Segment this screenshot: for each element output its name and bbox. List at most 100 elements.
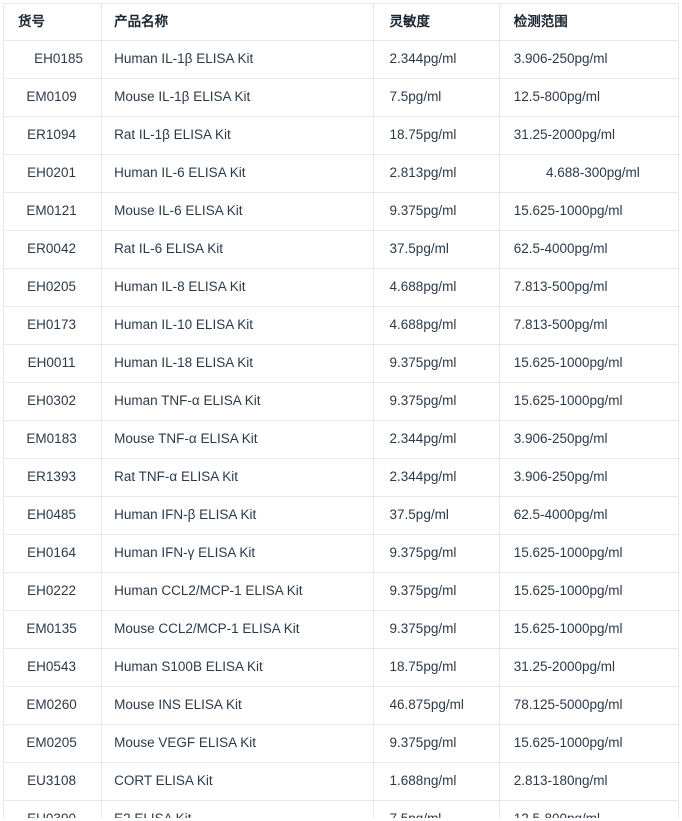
cell-sensitivity: 9.375pg/ml [372, 192, 500, 231]
table-row: EU3108 CORT ELISA Kit 1.688ng/ml 2.813-180n… [3, 762, 679, 801]
cell-detection-range: 78.125-5000pg/ml [498, 686, 679, 725]
cell-detection-range: 15.625-1000pg/ml [498, 382, 679, 421]
cell-catalog-number: EU3108 [3, 762, 103, 801]
table-header-row: 货号 产品名称 灵敏度 检测范围 [3, 3, 679, 41]
table-row: EM0135 Mouse CCL2/MCP-1 ELISA Kit 9.375pg/… [3, 610, 679, 649]
elisa-kit-product-table: 货号 产品名称 灵敏度 检测范围 EH0185 Human IL-1β ELISA… [3, 3, 679, 818]
table-row: EH0302 Human TNF-α ELISA Kit 9.375pg/ml 15.… [3, 382, 679, 421]
cell-product-name: Human S100B ELISA Kit [101, 648, 374, 687]
cell-product-name: Mouse IL-6 ELISA Kit [101, 192, 374, 231]
cell-sensitivity: 7.5pg/ml [372, 78, 500, 117]
cell-detection-range: 12.5-800pg/ml [498, 800, 679, 818]
table-row: ER1393 Rat TNF-α ELISA Kit 2.344pg/ml 3.906… [3, 458, 679, 497]
cell-sensitivity: 9.375pg/ml [372, 382, 500, 421]
cell-sensitivity: 9.375pg/ml [372, 610, 500, 649]
table-row: EM0205 Mouse VEGF ELISA Kit 9.375pg/ml 15.6… [3, 724, 679, 763]
table-row: EH0205 Human IL-8 ELISA Kit 4.688pg/ml 7.81… [3, 268, 679, 307]
column-header-sensitivity: 灵敏度 [372, 3, 500, 41]
cell-sensitivity: 9.375pg/ml [372, 724, 500, 763]
column-header-catalog-number: 货号 [3, 3, 103, 41]
cell-product-name: Human IL-18 ELISA Kit [101, 344, 374, 383]
cell-product-name: Rat IL-1β ELISA Kit [101, 116, 374, 155]
cell-detection-range: 15.625-1000pg/ml [498, 344, 679, 383]
cell-catalog-number: EH0011 [3, 344, 103, 383]
cell-sensitivity: 1.688ng/ml [372, 762, 500, 801]
cell-sensitivity: 2.813pg/ml [372, 154, 500, 193]
cell-catalog-number: EM0183 [3, 420, 103, 459]
cell-sensitivity: 7.5pg/ml [372, 800, 500, 818]
product-table-container: 货号 产品名称 灵敏度 检测范围 EH0185 Human IL-1β ELISA… [3, 3, 679, 818]
cell-catalog-number: EH0185 [3, 40, 103, 79]
cell-detection-range: 4.688-300pg/ml [498, 154, 679, 193]
table-row: EM0121 Mouse IL-6 ELISA Kit 9.375pg/ml 15.6… [3, 192, 679, 231]
cell-catalog-number: EU0390 [3, 800, 103, 818]
table-header: 货号 产品名称 灵敏度 检测范围 [3, 3, 679, 41]
table-row: EM0109 Mouse IL-1β ELISA Kit 7.5pg/ml 12.5-… [3, 78, 679, 117]
table-row: EH0164 Human IFN-γ ELISA Kit 9.375pg/ml 15.… [3, 534, 679, 573]
cell-detection-range: 3.906-250pg/ml [498, 420, 679, 459]
cell-sensitivity: 18.75pg/ml [372, 648, 500, 687]
cell-sensitivity: 2.344pg/ml [372, 420, 500, 459]
cell-catalog-number: EH0222 [3, 572, 103, 611]
cell-product-name: E2 ELISA Kit [101, 800, 374, 818]
cell-product-name: Human IL-1β ELISA Kit [101, 40, 374, 79]
cell-product-name: Rat TNF-α ELISA Kit [101, 458, 374, 497]
cell-product-name: Mouse CCL2/MCP-1 ELISA Kit [101, 610, 374, 649]
cell-detection-range: 3.906-250pg/ml [498, 40, 679, 79]
cell-detection-range: 7.813-500pg/ml [498, 268, 679, 307]
table-row: EH0543 Human S100B ELISA Kit 18.75pg/ml 31.… [3, 648, 679, 687]
cell-sensitivity: 18.75pg/ml [372, 116, 500, 155]
cell-detection-range: 3.906-250pg/ml [498, 458, 679, 497]
cell-product-name: Human IL-6 ELISA Kit [101, 154, 374, 193]
cell-product-name: Mouse VEGF ELISA Kit [101, 724, 374, 763]
cell-catalog-number: EH0485 [3, 496, 103, 535]
cell-sensitivity: 37.5pg/ml [372, 496, 500, 535]
cell-product-name: Human IL-8 ELISA Kit [101, 268, 374, 307]
cell-catalog-number: EM0109 [3, 78, 103, 117]
table-row: EH0185 Human IL-1β ELISA Kit 2.344pg/ml 3.9… [3, 40, 679, 79]
cell-product-name: CORT ELISA Kit [101, 762, 374, 801]
cell-detection-range: 7.813-500pg/ml [498, 306, 679, 345]
cell-catalog-number: ER0042 [3, 230, 103, 269]
table-row: EH0173 Human IL-10 ELISA Kit 4.688pg/ml 7.8… [3, 306, 679, 345]
cell-catalog-number: EH0201 [3, 154, 103, 193]
cell-catalog-number: EM0205 [3, 724, 103, 763]
table-row: EM0260 Mouse INS ELISA Kit 46.875pg/ml 78.1… [3, 686, 679, 725]
cell-product-name: Mouse INS ELISA Kit [101, 686, 374, 725]
cell-detection-range: 62.5-4000pg/ml [498, 496, 679, 535]
cell-sensitivity: 9.375pg/ml [372, 572, 500, 611]
cell-detection-range: 15.625-1000pg/ml [498, 572, 679, 611]
cell-sensitivity: 37.5pg/ml [372, 230, 500, 269]
cell-catalog-number: ER1094 [3, 116, 103, 155]
cell-detection-range: 15.625-1000pg/ml [498, 724, 679, 763]
cell-product-name: Human IFN-β ELISA Kit [101, 496, 374, 535]
cell-catalog-number: EM0260 [3, 686, 103, 725]
cell-catalog-number: EH0173 [3, 306, 103, 345]
cell-detection-range: 15.625-1000pg/ml [498, 192, 679, 231]
cell-product-name: Human IL-10 ELISA Kit [101, 306, 374, 345]
cell-sensitivity: 2.344pg/ml [372, 40, 500, 79]
cell-product-name: Human CCL2/MCP-1 ELISA Kit [101, 572, 374, 611]
cell-catalog-number: EH0164 [3, 534, 103, 573]
cell-product-name: Rat IL-6 ELISA Kit [101, 230, 374, 269]
table-row: ER1094 Rat IL-1β ELISA Kit 18.75pg/ml 31.25… [3, 116, 679, 155]
cell-sensitivity: 9.375pg/ml [372, 534, 500, 573]
table-row: ER0042 Rat IL-6 ELISA Kit 37.5pg/ml 62.5-40… [3, 230, 679, 269]
cell-product-name: Human TNF-α ELISA Kit [101, 382, 374, 421]
cell-detection-range: 15.625-1000pg/ml [498, 610, 679, 649]
cell-sensitivity: 2.344pg/ml [372, 458, 500, 497]
table-row: EH0201 Human IL-6 ELISA Kit 2.813pg/ml 4.68… [3, 154, 679, 193]
table-row: EH0485 Human IFN-β ELISA Kit 37.5pg/ml 62.5… [3, 496, 679, 535]
column-header-detection-range: 检测范围 [498, 3, 679, 41]
cell-detection-range: 31.25-2000pg/ml [498, 116, 679, 155]
cell-catalog-number: ER1393 [3, 458, 103, 497]
table-row: EH0222 Human CCL2/MCP-1 ELISA Kit 9.375pg/… [3, 572, 679, 611]
cell-sensitivity: 46.875pg/ml [372, 686, 500, 725]
table-row: EH0011 Human IL-18 ELISA Kit 9.375pg/ml 15.… [3, 344, 679, 383]
cell-product-name: Mouse IL-1β ELISA Kit [101, 78, 374, 117]
cell-catalog-number: EM0121 [3, 192, 103, 231]
cell-sensitivity: 4.688pg/ml [372, 268, 500, 307]
cell-catalog-number: EH0302 [3, 382, 103, 421]
cell-detection-range: 2.813-180ng/ml [498, 762, 679, 801]
cell-detection-range: 31.25-2000pg/ml [498, 648, 679, 687]
